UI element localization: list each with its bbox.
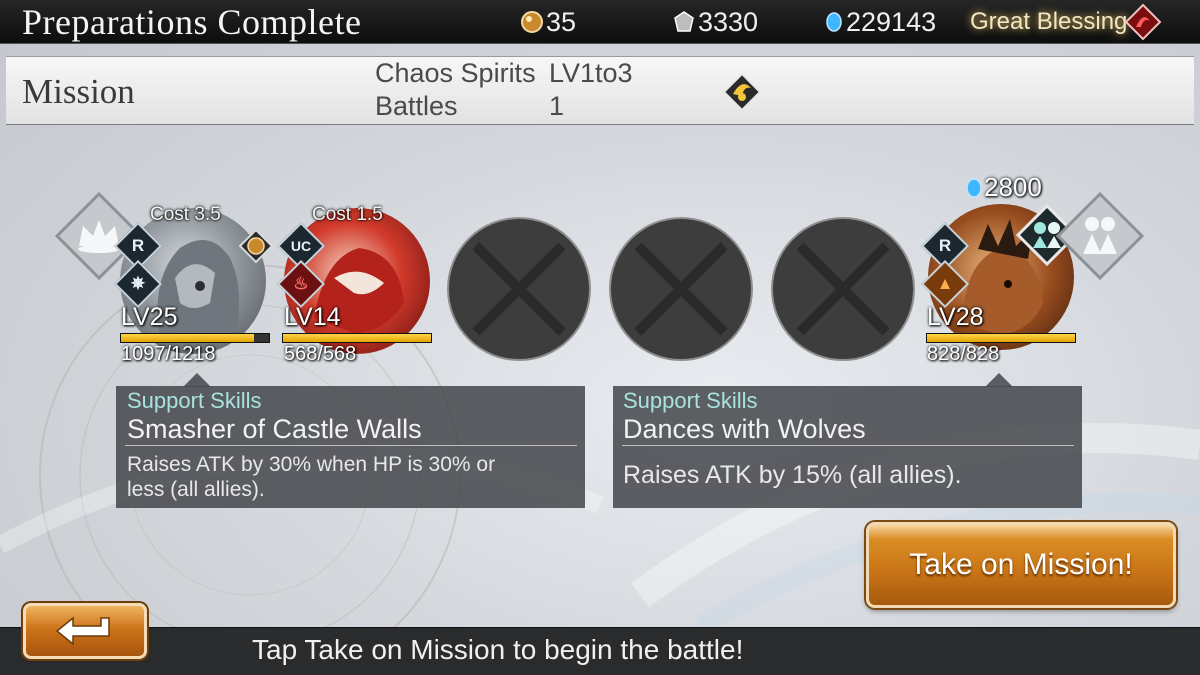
rarity-text: UC (290, 238, 312, 254)
unit-hp: 1097/1218 (121, 343, 216, 365)
mission-label: Mission (22, 72, 135, 111)
mission-element-icon (722, 72, 762, 112)
great-blessing-label: Great Blessing (970, 8, 1128, 35)
gem-value: 229143 (846, 6, 937, 37)
great-blessing-icon[interactable] (1124, 3, 1162, 41)
stamina-orb-icon (521, 11, 543, 33)
back-button[interactable] (23, 603, 147, 659)
battles-key: Battles (375, 91, 458, 121)
gem-counter: 229143 (824, 6, 936, 38)
blue-gem-icon (826, 12, 842, 32)
skill-name: Dances with Wolves (623, 414, 866, 444)
hint-text: Tap Take on Mission to begin the battle! (252, 634, 744, 665)
divider (125, 445, 577, 446)
rarity-text: R (938, 236, 952, 255)
blue-gem-icon (966, 177, 982, 198)
take-on-mission-button[interactable]: Take on Mission! (866, 522, 1176, 608)
fire-icon: ♨ (293, 274, 309, 293)
hp-bar (282, 333, 432, 343)
unit-cost: Cost 1.5 (312, 204, 383, 225)
stamina-counter: 35 (520, 6, 576, 38)
equipped-orb-icon (238, 228, 274, 264)
panel-pointer (985, 373, 1013, 387)
hp-bar-fill (927, 334, 1075, 342)
unit-hp: 828/828 (927, 343, 1000, 365)
page-title: Preparations Complete (22, 2, 362, 42)
support-skills-header: Support Skills (623, 388, 758, 413)
mission-name-value: LV1to3 (549, 58, 633, 88)
skill-description: Raises ATK by 30% when HP is 30% or less… (127, 453, 496, 501)
empty-party-slot-4[interactable] (608, 216, 754, 362)
hp-bar (926, 333, 1076, 343)
divider (622, 445, 1074, 446)
friend-gem-value: 2800 (984, 172, 1042, 202)
friend-icon (1056, 192, 1144, 280)
skill-name: Smasher of Castle Walls (127, 414, 422, 444)
unit-level: LV28 (927, 303, 984, 331)
gil-crystal-icon (674, 11, 694, 32)
support-skill-panel: Support Skills Smasher of Castle Walls R… (116, 386, 585, 508)
hp-bar-fill (283, 334, 431, 342)
empty-party-slot-3[interactable] (446, 216, 592, 362)
hp-bar (120, 333, 270, 343)
return-arrow-icon (55, 616, 110, 646)
unit-level: LV25 (121, 303, 178, 331)
support-skill-panel: Support Skills Dances with Wolves Raises… (613, 386, 1082, 508)
panel-pointer (183, 373, 211, 387)
take-on-mission-label: Take on Mission! (909, 548, 1133, 581)
friend-gem-cost: 2800 (964, 172, 1042, 203)
earth-icon: ▲ (936, 274, 954, 293)
light-burst-icon: ✵ (130, 274, 146, 293)
unit-hp: 568/568 (284, 343, 357, 365)
gil-value: 3330 (698, 6, 759, 37)
battles-value: 1 (549, 91, 565, 121)
hp-bar-fill (121, 334, 255, 342)
rarity-text: R (131, 236, 145, 255)
support-skills-header: Support Skills (127, 388, 262, 413)
unit-level: LV14 (284, 303, 341, 331)
unit-cost: Cost 3.5 (150, 204, 221, 225)
gil-counter: 3330 (672, 6, 758, 38)
stamina-value: 35 (546, 6, 577, 37)
skill-description: Raises ATK by 15% (all allies). (623, 461, 962, 489)
empty-party-slot-5[interactable] (770, 216, 916, 362)
mission-name-key: Chaos Spirits (375, 58, 536, 88)
